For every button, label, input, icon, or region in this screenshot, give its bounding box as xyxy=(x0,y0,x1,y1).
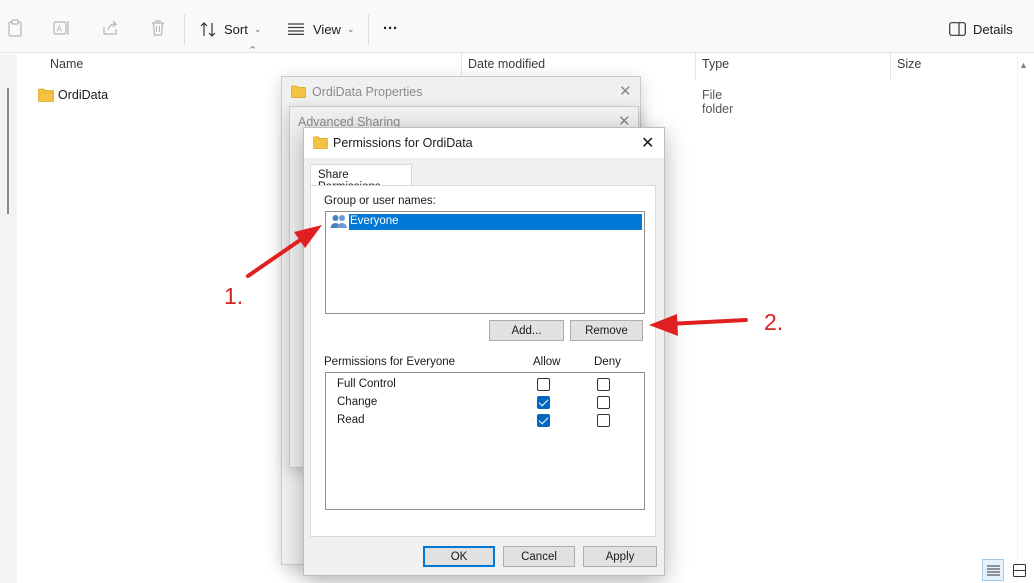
details-view-button[interactable] xyxy=(982,559,1004,581)
annotation-arrows xyxy=(246,225,748,336)
tiles-view-icon xyxy=(1012,563,1026,577)
arrow-1-icon xyxy=(246,225,322,278)
annotation-step-2: 2. xyxy=(764,309,784,335)
details-view-icon xyxy=(986,565,1000,575)
arrow-2-icon xyxy=(649,314,748,336)
annotation-step-1: 1. xyxy=(224,283,244,309)
tiles-view-button[interactable] xyxy=(1008,559,1030,581)
